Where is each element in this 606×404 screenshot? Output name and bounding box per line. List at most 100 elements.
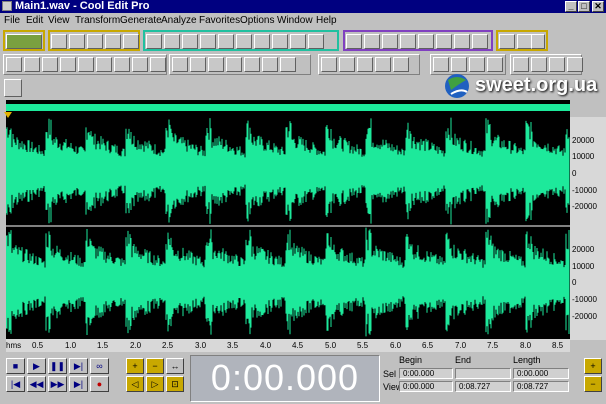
cd-icon[interactable] bbox=[472, 34, 488, 49]
app-icon[interactable] bbox=[2, 1, 12, 11]
undo-icon[interactable] bbox=[146, 34, 162, 49]
help-icon[interactable] bbox=[531, 34, 545, 49]
watermark-text: sweet.org.ua bbox=[475, 74, 598, 96]
maximize-button[interactable]: □ bbox=[578, 1, 590, 12]
fade-icon[interactable] bbox=[114, 57, 130, 72]
silence-icon[interactable] bbox=[42, 57, 58, 72]
flanger-icon[interactable] bbox=[244, 57, 260, 72]
zoom-left-icon[interactable]: ◁ bbox=[126, 376, 144, 392]
page-icon[interactable] bbox=[454, 34, 470, 49]
time-tick: 2.0 bbox=[130, 341, 142, 350]
zoom-in-vertical-icon[interactable]: + bbox=[584, 358, 602, 374]
fast-forward-button[interactable]: ▶▶ bbox=[48, 376, 67, 392]
mix-paste-icon[interactable] bbox=[290, 34, 306, 49]
redo-icon[interactable] bbox=[164, 34, 180, 49]
waveform-display[interactable] bbox=[5, 100, 570, 340]
menu-view[interactable]: View bbox=[48, 14, 70, 27]
menu-favorites[interactable]: Favorites bbox=[199, 14, 240, 27]
minimize-button[interactable]: _ bbox=[565, 1, 577, 12]
reverb-icon[interactable] bbox=[280, 57, 296, 72]
window-title: Main1.wav - Cool Edit Pro bbox=[15, 0, 150, 12]
noise-reduction-icon[interactable] bbox=[172, 57, 188, 72]
zoom-right-icon[interactable]: ▷ bbox=[146, 376, 164, 392]
zoom-in-horizontal-icon[interactable]: + bbox=[126, 358, 144, 374]
menu-options[interactable]: Options bbox=[240, 14, 274, 27]
zoom-selection-icon[interactable]: ⊡ bbox=[166, 376, 184, 392]
play-to-end-button[interactable]: ▶| bbox=[69, 358, 88, 374]
waveform-canvas[interactable] bbox=[5, 100, 570, 340]
stop-button[interactable]: ■ bbox=[6, 358, 25, 374]
cue-list-icon[interactable] bbox=[418, 34, 434, 49]
view-end-field[interactable]: 0:08.727 bbox=[455, 381, 511, 392]
paste-new-icon[interactable] bbox=[308, 34, 324, 49]
copy-icon[interactable] bbox=[200, 34, 216, 49]
table-icon[interactable] bbox=[400, 34, 416, 49]
sel-length-field[interactable]: 0:00.000 bbox=[513, 368, 569, 379]
filter-icon[interactable] bbox=[226, 57, 242, 72]
toolbar-group-file bbox=[48, 30, 140, 51]
save-icon[interactable] bbox=[87, 34, 103, 49]
loop-button[interactable]: ∞ bbox=[90, 358, 109, 374]
menu-generate[interactable]: Generate bbox=[120, 14, 162, 27]
invert-icon[interactable] bbox=[6, 57, 22, 72]
zoom-full-horizontal-icon[interactable]: ↔ bbox=[166, 358, 184, 374]
sync-icon[interactable] bbox=[321, 57, 337, 72]
y-tick: 10000 bbox=[572, 152, 595, 161]
playhead-marker[interactable] bbox=[4, 112, 12, 118]
reverse-icon[interactable] bbox=[24, 57, 40, 72]
close-file-icon[interactable] bbox=[123, 34, 139, 49]
left-channel-waveform[interactable] bbox=[5, 117, 570, 225]
sel-end-field[interactable] bbox=[455, 368, 511, 379]
paste-icon[interactable] bbox=[236, 34, 252, 49]
trim-icon[interactable] bbox=[272, 34, 288, 49]
channel-icon[interactable] bbox=[393, 57, 409, 72]
grid-icon[interactable] bbox=[382, 34, 398, 49]
new-file-icon[interactable] bbox=[51, 34, 67, 49]
info-icon[interactable] bbox=[436, 34, 452, 49]
time-tick: 8.5 bbox=[552, 341, 564, 350]
time-tick: 6.5 bbox=[422, 341, 434, 350]
open-file-icon[interactable] bbox=[69, 34, 85, 49]
menu-analyze[interactable]: Analyze bbox=[161, 14, 197, 27]
save-as-icon[interactable] bbox=[105, 34, 121, 49]
go-start-button[interactable]: |◀ bbox=[6, 376, 25, 392]
normalize-icon[interactable] bbox=[96, 57, 112, 72]
menu-help[interactable]: Help bbox=[316, 14, 337, 27]
zoom-full-icon[interactable] bbox=[4, 79, 22, 97]
multitrack-toggle-icon[interactable] bbox=[6, 34, 42, 49]
zoom-out-vertical-icon[interactable]: − bbox=[584, 376, 602, 392]
tone-icon[interactable] bbox=[339, 57, 355, 72]
spectral-view-icon[interactable] bbox=[346, 34, 362, 49]
bow-tie-icon[interactable] bbox=[150, 57, 166, 72]
view-length-field[interactable]: 0:08.727 bbox=[513, 381, 569, 392]
pitch-icon[interactable] bbox=[208, 57, 224, 72]
rewind-button[interactable]: ◀◀ bbox=[27, 376, 46, 392]
menu-edit[interactable]: Edit bbox=[26, 14, 43, 27]
delete-icon[interactable] bbox=[254, 34, 270, 49]
noise-icon[interactable] bbox=[357, 57, 373, 72]
zoom-out-horizontal-icon[interactable]: − bbox=[146, 358, 164, 374]
amplify-icon[interactable] bbox=[60, 57, 76, 72]
time-ruler[interactable]: hms 0.5 1.0 1.5 2.0 2.5 3.0 3.5 4.0 4.5 … bbox=[6, 339, 570, 352]
go-end-button[interactable]: ▶| bbox=[69, 376, 88, 392]
record-button[interactable]: ● bbox=[90, 376, 109, 392]
repeat-icon[interactable] bbox=[182, 34, 198, 49]
cut-icon[interactable] bbox=[218, 34, 234, 49]
play-button[interactable]: ▶ bbox=[27, 358, 46, 374]
menu-transform[interactable]: Transform bbox=[75, 14, 120, 27]
waveform-view-icon[interactable] bbox=[364, 34, 380, 49]
envelope-icon[interactable] bbox=[78, 57, 94, 72]
timer-icon[interactable] bbox=[190, 57, 206, 72]
favorites-icon[interactable] bbox=[499, 34, 515, 49]
menu-window[interactable]: Window bbox=[277, 14, 313, 27]
sel-begin-field[interactable]: 0:00.000 bbox=[399, 368, 453, 379]
delay-icon[interactable] bbox=[262, 57, 278, 72]
pause-button[interactable]: ❚❚ bbox=[48, 358, 67, 374]
overview-bar[interactable] bbox=[6, 104, 570, 111]
dtmf-icon[interactable] bbox=[375, 57, 391, 72]
close-button[interactable]: ✕ bbox=[592, 1, 604, 12]
menu-file[interactable]: File bbox=[4, 14, 20, 27]
right-channel-waveform[interactable] bbox=[5, 227, 570, 337]
view-begin-field[interactable]: 0:00.000 bbox=[399, 381, 453, 392]
stretch-icon[interactable] bbox=[132, 57, 148, 72]
